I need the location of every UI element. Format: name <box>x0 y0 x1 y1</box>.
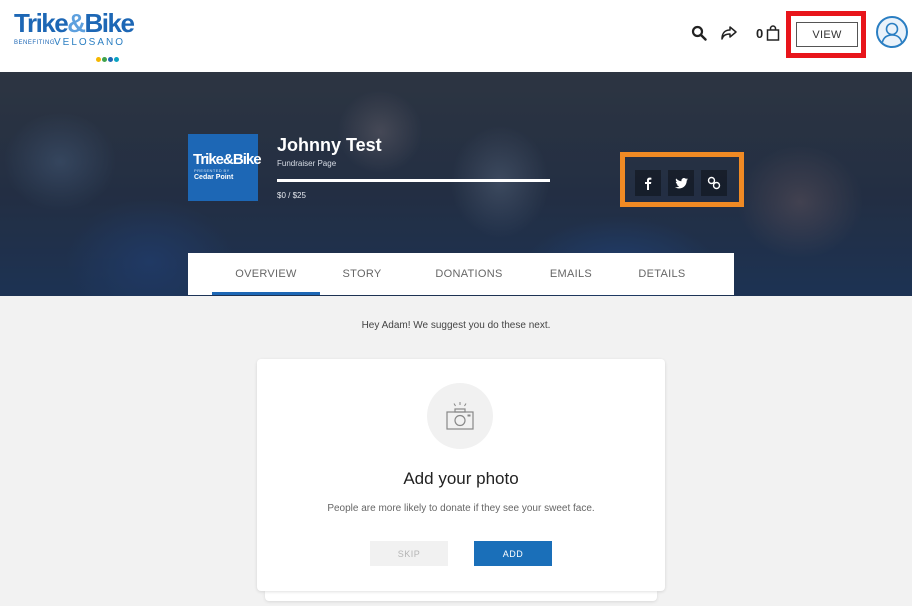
active-tab-indicator <box>212 292 320 295</box>
fundraiser-name: Johnny Test <box>277 135 382 155</box>
twitter-icon[interactable] <box>668 170 694 196</box>
add-button[interactable]: ADD <box>474 541 552 566</box>
user-avatar[interactable] <box>876 16 908 48</box>
card-description: People are more likely to donate if they… <box>327 503 595 514</box>
tab-donations[interactable]: DONATIONS <box>418 253 520 295</box>
tab-details[interactable]: DETAILS <box>628 253 696 295</box>
progress-fill <box>277 179 550 182</box>
tile-wordmark: Trike&Bike <box>193 151 262 168</box>
tile-presented-by: PRESENTED BY <box>194 168 230 173</box>
search-icon[interactable] <box>688 22 710 44</box>
view-button[interactable]: VIEW <box>796 22 858 47</box>
fundraiser-logo-tile: Trike&Bike PRESENTED BY Cedar Point <box>188 134 262 201</box>
logo-velosano: VELOSANO <box>54 37 126 48</box>
logo-benefiting: BENEFITING <box>14 40 56 46</box>
share-arrow-icon[interactable] <box>718 22 740 44</box>
logo-wordmark: Trike&Bike <box>14 8 135 38</box>
page-tabs: OVERVIEW STORY DONATIONS EMAILS DETAILS <box>188 253 734 295</box>
tab-overview[interactable]: OVERVIEW <box>212 253 320 295</box>
fundraiser-page-type: Fundraiser Page <box>277 159 337 168</box>
trike-bike-logo[interactable]: Trike&Bike BENEFITING VELOSANO <box>12 8 135 62</box>
facebook-icon[interactable] <box>635 170 661 196</box>
site-header: Trike&Bike BENEFITING VELOSANO 0 VIEW <box>0 0 912 72</box>
suggestion-text: Hey Adam! We suggest you do these next. <box>361 320 551 331</box>
tile-sponsor: Cedar Point <box>194 174 234 181</box>
logo-dots <box>96 49 120 67</box>
skip-button[interactable]: SKIP <box>370 541 448 566</box>
tab-story[interactable]: STORY <box>328 253 396 295</box>
fundraiser-amount: $0 / $25 <box>277 191 306 200</box>
tab-emails[interactable]: EMAILS <box>536 253 606 295</box>
shopping-bag-icon[interactable] <box>762 22 784 44</box>
camera-icon <box>427 383 493 449</box>
link-icon[interactable] <box>701 170 727 196</box>
card-title: Add your photo <box>403 469 519 488</box>
stacked-card-edge <box>265 591 657 601</box>
add-photo-card: Add your photo People are more likely to… <box>257 359 665 591</box>
fundraising-progress-bar <box>277 179 550 182</box>
